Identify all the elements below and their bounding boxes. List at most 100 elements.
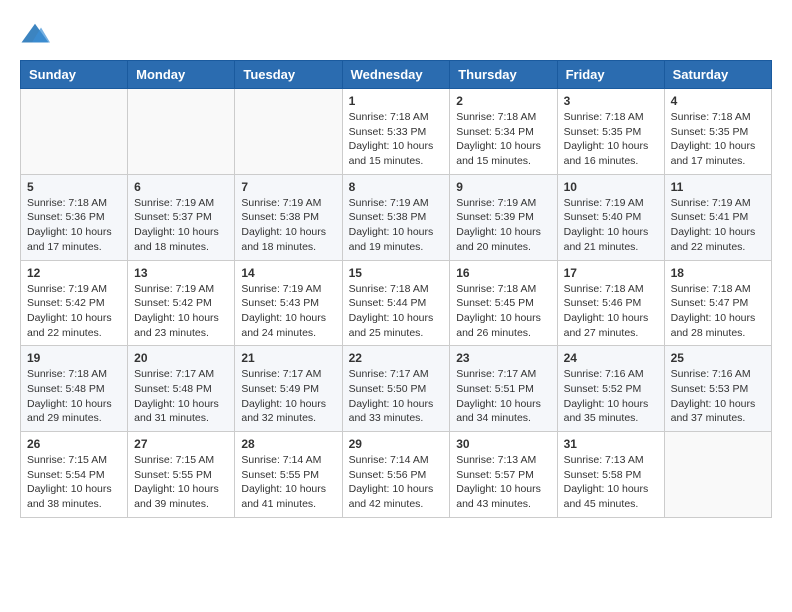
calendar-cell: 29 Sunrise: 7:14 AM Sunset: 5:56 PM Dayli… (342, 432, 450, 518)
day-info: Sunrise: 7:14 AM Sunset: 5:55 PM Dayligh… (241, 453, 335, 512)
calendar-cell: 19 Sunrise: 7:18 AM Sunset: 5:48 PM Dayli… (21, 346, 128, 432)
day-info: Sunrise: 7:19 AM Sunset: 5:37 PM Dayligh… (134, 196, 228, 255)
day-number: 26 (27, 437, 121, 451)
calendar-cell: 11 Sunrise: 7:19 AM Sunset: 5:41 PM Dayli… (664, 174, 771, 260)
calendar-cell: 17 Sunrise: 7:18 AM Sunset: 5:46 PM Dayli… (557, 260, 664, 346)
day-info: Sunrise: 7:19 AM Sunset: 5:42 PM Dayligh… (27, 282, 121, 341)
day-info: Sunrise: 7:19 AM Sunset: 5:41 PM Dayligh… (671, 196, 765, 255)
calendar-cell: 8Sunrise: 7:19 AM Sunset: 5:38 PM Daylig… (342, 174, 450, 260)
day-number: 5 (27, 180, 121, 194)
day-number: 30 (456, 437, 550, 451)
calendar-table: SundayMondayTuesdayWednesdayThursdayFrid… (20, 60, 772, 518)
calendar-cell: 14 Sunrise: 7:19 AM Sunset: 5:43 PM Dayli… (235, 260, 342, 346)
day-number: 13 (134, 266, 228, 280)
column-header-saturday: Saturday (664, 61, 771, 89)
day-info: Sunrise: 7:19 AM Sunset: 5:40 PM Dayligh… (564, 196, 658, 255)
calendar-cell: 22Sunrise: 7:17 AM Sunset: 5:50 PM Dayli… (342, 346, 450, 432)
day-number: 7 (241, 180, 335, 194)
page-header (20, 20, 772, 50)
day-number: 11 (671, 180, 765, 194)
day-number: 14 (241, 266, 335, 280)
day-number: 4 (671, 94, 765, 108)
day-info: Sunrise: 7:14 AM Sunset: 5:56 PM Dayligh… (349, 453, 444, 512)
day-number: 28 (241, 437, 335, 451)
column-header-monday: Monday (128, 61, 235, 89)
day-info: Sunrise: 7:17 AM Sunset: 5:51 PM Dayligh… (456, 367, 550, 426)
day-number: 17 (564, 266, 658, 280)
logo (20, 20, 54, 50)
day-info: Sunrise: 7:13 AM Sunset: 5:57 PM Dayligh… (456, 453, 550, 512)
day-info: Sunrise: 7:16 AM Sunset: 5:52 PM Dayligh… (564, 367, 658, 426)
calendar-week-row: 5 Sunrise: 7:18 AM Sunset: 5:36 PM Daylig… (21, 174, 772, 260)
day-info: Sunrise: 7:18 AM Sunset: 5:47 PM Dayligh… (671, 282, 765, 341)
calendar-cell (664, 432, 771, 518)
calendar-cell (235, 89, 342, 175)
day-number: 8 (349, 180, 444, 194)
day-info: Sunrise: 7:18 AM Sunset: 5:35 PM Dayligh… (564, 110, 658, 169)
day-number: 9 (456, 180, 550, 194)
calendar-cell (128, 89, 235, 175)
calendar-cell: 23 Sunrise: 7:17 AM Sunset: 5:51 PM Dayli… (450, 346, 557, 432)
calendar-cell: 26 Sunrise: 7:15 AM Sunset: 5:54 PM Dayli… (21, 432, 128, 518)
day-info: Sunrise: 7:18 AM Sunset: 5:34 PM Dayligh… (456, 110, 550, 169)
day-number: 22 (349, 351, 444, 365)
calendar-cell: 7 Sunrise: 7:19 AM Sunset: 5:38 PM Daylig… (235, 174, 342, 260)
day-number: 20 (134, 351, 228, 365)
day-info: Sunrise: 7:17 AM Sunset: 5:48 PM Dayligh… (134, 367, 228, 426)
calendar-cell: 31Sunrise: 7:13 AM Sunset: 5:58 PM Dayli… (557, 432, 664, 518)
day-number: 6 (134, 180, 228, 194)
calendar-cell: 1Sunrise: 7:18 AM Sunset: 5:33 PM Daylig… (342, 89, 450, 175)
day-number: 3 (564, 94, 658, 108)
day-info: Sunrise: 7:18 AM Sunset: 5:46 PM Dayligh… (564, 282, 658, 341)
calendar-cell: 5 Sunrise: 7:18 AM Sunset: 5:36 PM Daylig… (21, 174, 128, 260)
calendar-cell: 16Sunrise: 7:18 AM Sunset: 5:45 PM Dayli… (450, 260, 557, 346)
day-number: 2 (456, 94, 550, 108)
calendar-cell: 28 Sunrise: 7:14 AM Sunset: 5:55 PM Dayli… (235, 432, 342, 518)
day-info: Sunrise: 7:19 AM Sunset: 5:38 PM Dayligh… (241, 196, 335, 255)
calendar-cell: 30 Sunrise: 7:13 AM Sunset: 5:57 PM Dayli… (450, 432, 557, 518)
calendar-cell: 18 Sunrise: 7:18 AM Sunset: 5:47 PM Dayli… (664, 260, 771, 346)
day-info: Sunrise: 7:18 AM Sunset: 5:36 PM Dayligh… (27, 196, 121, 255)
day-number: 1 (349, 94, 444, 108)
day-info: Sunrise: 7:18 AM Sunset: 5:48 PM Dayligh… (27, 367, 121, 426)
calendar-week-row: 19 Sunrise: 7:18 AM Sunset: 5:48 PM Dayli… (21, 346, 772, 432)
day-info: Sunrise: 7:17 AM Sunset: 5:49 PM Dayligh… (241, 367, 335, 426)
calendar-cell: 27 Sunrise: 7:15 AM Sunset: 5:55 PM Dayli… (128, 432, 235, 518)
day-info: Sunrise: 7:19 AM Sunset: 5:39 PM Dayligh… (456, 196, 550, 255)
calendar-week-row: 26 Sunrise: 7:15 AM Sunset: 5:54 PM Dayli… (21, 432, 772, 518)
day-number: 21 (241, 351, 335, 365)
calendar-cell (21, 89, 128, 175)
day-info: Sunrise: 7:13 AM Sunset: 5:58 PM Dayligh… (564, 453, 658, 512)
calendar-cell: 2 Sunrise: 7:18 AM Sunset: 5:34 PM Daylig… (450, 89, 557, 175)
day-info: Sunrise: 7:19 AM Sunset: 5:43 PM Dayligh… (241, 282, 335, 341)
calendar-cell: 10 Sunrise: 7:19 AM Sunset: 5:40 PM Dayli… (557, 174, 664, 260)
day-number: 24 (564, 351, 658, 365)
column-header-tuesday: Tuesday (235, 61, 342, 89)
day-info: Sunrise: 7:19 AM Sunset: 5:42 PM Dayligh… (134, 282, 228, 341)
calendar-cell: 20 Sunrise: 7:17 AM Sunset: 5:48 PM Dayli… (128, 346, 235, 432)
calendar-header-row: SundayMondayTuesdayWednesdayThursdayFrid… (21, 61, 772, 89)
calendar-cell: 12 Sunrise: 7:19 AM Sunset: 5:42 PM Dayli… (21, 260, 128, 346)
day-info: Sunrise: 7:16 AM Sunset: 5:53 PM Dayligh… (671, 367, 765, 426)
day-number: 23 (456, 351, 550, 365)
column-header-thursday: Thursday (450, 61, 557, 89)
calendar-cell: 24 Sunrise: 7:16 AM Sunset: 5:52 PM Dayli… (557, 346, 664, 432)
day-info: Sunrise: 7:15 AM Sunset: 5:55 PM Dayligh… (134, 453, 228, 512)
calendar-cell: 3 Sunrise: 7:18 AM Sunset: 5:35 PM Daylig… (557, 89, 664, 175)
day-info: Sunrise: 7:15 AM Sunset: 5:54 PM Dayligh… (27, 453, 121, 512)
calendar-cell: 6 Sunrise: 7:19 AM Sunset: 5:37 PM Daylig… (128, 174, 235, 260)
day-number: 27 (134, 437, 228, 451)
day-number: 19 (27, 351, 121, 365)
day-number: 12 (27, 266, 121, 280)
day-info: Sunrise: 7:18 AM Sunset: 5:35 PM Dayligh… (671, 110, 765, 169)
day-number: 25 (671, 351, 765, 365)
day-info: Sunrise: 7:18 AM Sunset: 5:44 PM Dayligh… (349, 282, 444, 341)
calendar-cell: 9 Sunrise: 7:19 AM Sunset: 5:39 PM Daylig… (450, 174, 557, 260)
day-number: 18 (671, 266, 765, 280)
calendar-cell: 15Sunrise: 7:18 AM Sunset: 5:44 PM Dayli… (342, 260, 450, 346)
calendar-cell: 13 Sunrise: 7:19 AM Sunset: 5:42 PM Dayli… (128, 260, 235, 346)
calendar-cell: 21 Sunrise: 7:17 AM Sunset: 5:49 PM Dayli… (235, 346, 342, 432)
day-number: 10 (564, 180, 658, 194)
day-number: 29 (349, 437, 444, 451)
column-header-friday: Friday (557, 61, 664, 89)
